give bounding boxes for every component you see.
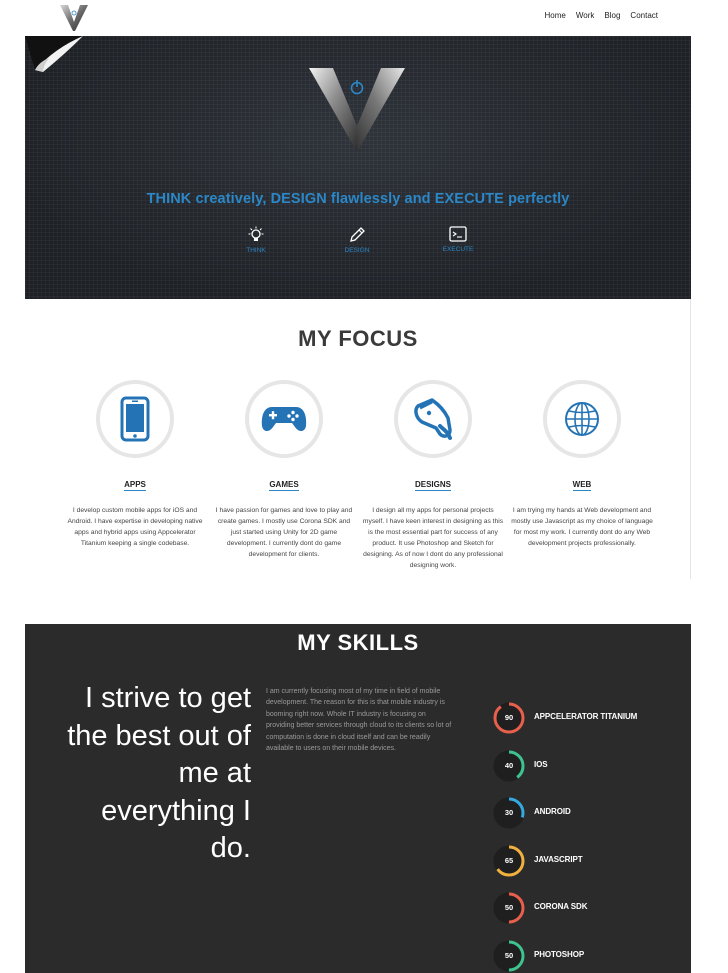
hero-icon-row: THINK DESIGN EXECUTE	[25, 226, 691, 266]
designs-description: I design all my apps for personal projec…	[362, 507, 504, 569]
skill-item: 90 APPCELERATOR TITANIUM	[491, 700, 691, 736]
skill-name: PHOTOSHOP	[534, 950, 585, 959]
skills-heading: MY SKILLS	[297, 630, 419, 655]
think-item: THINK	[226, 226, 286, 254]
top-navbar: Home Work Blog Contact	[0, 0, 728, 36]
pencil-icon	[350, 227, 365, 242]
focus-item-games: GAMES I have passion for games and love …	[209, 380, 359, 560]
skill-item: 50 CORONA SDK	[491, 890, 691, 926]
skill-item: 40 IOS	[491, 748, 691, 784]
skill-name: APPCELERATOR TITANIUM	[534, 712, 638, 721]
hero-banner: THINK creatively, DESIGN flawlessly and …	[25, 36, 691, 299]
skill-name: CORONA SDK	[534, 902, 588, 912]
skill-value: 30	[504, 808, 514, 818]
apps-icon-circle	[96, 380, 174, 458]
games-icon-circle	[245, 380, 323, 458]
skill-value: 65	[504, 855, 514, 865]
execute-label: EXECUTE	[442, 246, 474, 253]
globe-icon	[565, 402, 599, 436]
designs-icon-circle	[394, 380, 472, 458]
terminal-icon	[449, 226, 467, 242]
main-nav: Home Work Blog Contact	[545, 11, 658, 20]
design-label: DESIGN	[344, 247, 370, 254]
skill-name: ANDROID	[534, 807, 571, 817]
skills-quote: I strive to get the best out of me at ev…	[67, 682, 251, 864]
execute-item: EXECUTE	[428, 226, 488, 253]
page-curl-icon	[25, 36, 83, 72]
skill-value: 40	[504, 760, 514, 770]
hero-tagline: THINK creatively, DESIGN flawlessly and …	[146, 191, 570, 207]
web-title: WEB	[572, 480, 592, 491]
focus-item-apps: APPS I develop custom mobile apps for iO…	[60, 380, 210, 549]
apps-title: APPS	[124, 480, 146, 491]
focus-heading: MY FOCUS	[298, 326, 418, 351]
skill-value: 90	[504, 713, 514, 722]
games-title: GAMES	[269, 480, 299, 491]
skills-section: MY SKILLS I strive to get the best out o…	[25, 624, 691, 973]
games-description: I have passion for games and love to pla…	[215, 507, 353, 558]
nav-work-link[interactable]: Work	[576, 11, 595, 20]
nav-contact-link[interactable]: Contact	[630, 11, 658, 20]
skill-item: 65 JAVASCRIPT	[491, 843, 691, 879]
designs-title: DESIGNS	[414, 480, 451, 491]
skill-name: IOS	[534, 759, 548, 769]
hero-logo-icon	[309, 68, 405, 152]
skill-value: 50	[504, 951, 514, 960]
web-icon-circle	[543, 380, 621, 458]
focus-item-web: WEB I am trying my hands at Web developm…	[507, 380, 657, 549]
skill-item: 30 ANDROID	[491, 795, 691, 831]
focus-item-designs: DESIGNS I design all my apps for persona…	[358, 380, 508, 571]
gamepad-icon	[261, 407, 307, 432]
skill-item: 50 PHOTOSHOP	[491, 938, 691, 973]
skill-value: 50	[504, 903, 514, 913]
design-item: DESIGN	[327, 226, 387, 254]
think-label: THINK	[246, 247, 266, 254]
skill-name: JAVASCRIPT	[534, 854, 583, 864]
apps-description: I develop custom mobile apps for iOS and…	[67, 507, 203, 547]
web-description: I am trying my hands at Web development …	[511, 507, 653, 547]
paint-bucket-icon	[414, 398, 452, 440]
lightbulb-icon	[248, 226, 264, 241]
nav-home-link[interactable]: Home	[545, 11, 566, 20]
nav-blog-link[interactable]: Blog	[604, 11, 620, 20]
phone-icon	[120, 396, 150, 442]
skills-paragraph: I am currently focusing most of my time …	[266, 688, 452, 753]
divider-line	[690, 299, 691, 579]
logo-icon[interactable]	[58, 2, 90, 32]
